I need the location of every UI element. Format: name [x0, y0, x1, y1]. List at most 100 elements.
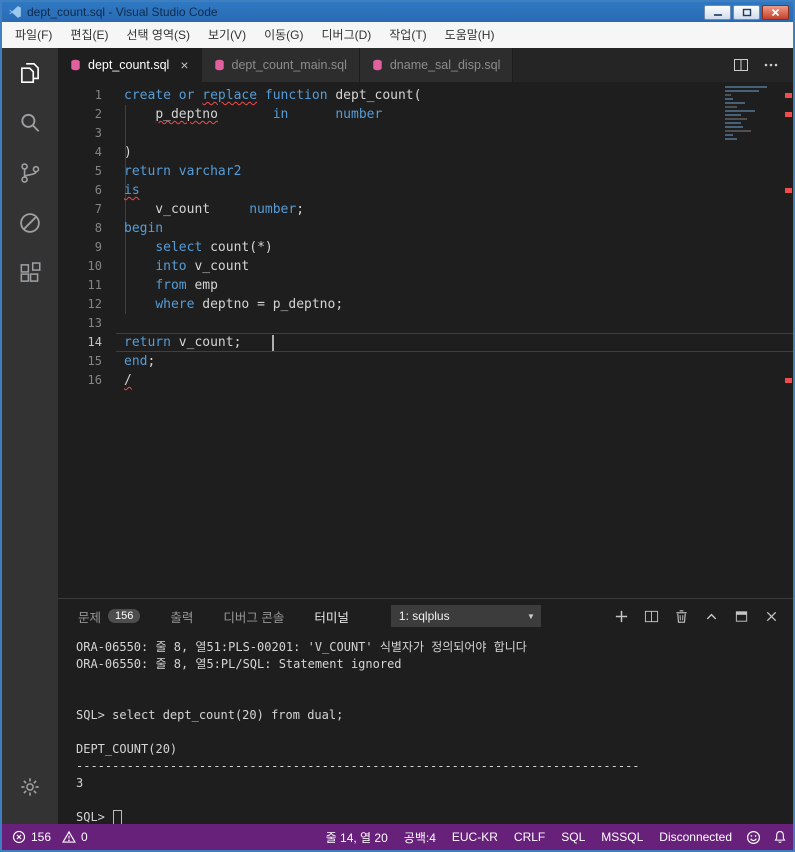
error-mark [785, 188, 792, 193]
panel-tab-터미널[interactable]: 터미널 [314, 607, 349, 626]
panel-tab-문제[interactable]: 문제 156 [78, 607, 141, 626]
vscode-window: dept_count.sql - Visual Studio Code 파일(F… [0, 0, 795, 852]
code-line-1: 1 create or replace function dept_count( [58, 86, 793, 105]
search-icon[interactable] [2, 98, 58, 148]
terminal-output[interactable]: ORA-06550: 줄 8, 열51:PLS-00201: 'V_COUNT'… [58, 633, 793, 826]
extensions-icon[interactable] [2, 248, 58, 298]
status-item-5[interactable]: MSSQL [593, 830, 651, 844]
overview-ruler [784, 82, 793, 598]
code-line-3: 3 [58, 124, 793, 143]
chevron-up-icon[interactable] [704, 609, 719, 624]
close-button[interactable] [762, 4, 789, 20]
tab-dept_count_main.sql[interactable]: dept_count_main.sql [201, 48, 360, 82]
bell-icon[interactable] [767, 830, 793, 844]
code-line-13: 13 [58, 314, 793, 333]
minimize-button[interactable] [704, 4, 731, 20]
error-count: 156 [31, 830, 52, 844]
code-text: from emp [155, 278, 218, 293]
line-number: 9 [94, 240, 102, 254]
status-item-4[interactable]: SQL [553, 830, 593, 844]
status-item-3[interactable]: CRLF [506, 830, 553, 844]
debug-disabled-icon[interactable] [2, 198, 58, 248]
terminal-line: ----------------------------------------… [76, 759, 640, 773]
code-text: p_deptno in number [155, 107, 383, 122]
explorer-icon[interactable] [2, 48, 58, 98]
menu-item-6[interactable]: 작업(T) [380, 22, 435, 48]
maximize-button[interactable] [733, 4, 760, 20]
tab-label: dept_count.sql [88, 58, 170, 72]
tab-dname_sal_disp.sql[interactable]: dname_sal_disp.sql [359, 48, 514, 82]
window-controls [704, 4, 789, 20]
status-item-0[interactable]: 줄 14, 열 20 [318, 829, 396, 846]
line-number: 1 [94, 88, 102, 102]
terminal-line: DEPT_COUNT(20) [76, 742, 178, 756]
tab-close-icon[interactable]: × [180, 57, 188, 73]
feedback-smiley-icon[interactable] [740, 830, 767, 845]
warning-count: 0 [81, 830, 88, 844]
code-line-8: 8 begin [58, 219, 793, 238]
minimap[interactable] [725, 86, 779, 140]
code-text: where deptno = p_deptno; [155, 297, 344, 312]
panel-tab-label: 터미널 [314, 610, 349, 625]
code-text: return v_count; [124, 334, 274, 351]
status-item-6[interactable]: Disconnected [651, 830, 740, 844]
line-number: 6 [94, 183, 102, 197]
code-text: create or replace function dept_count( [124, 88, 422, 103]
split-terminal-icon[interactable] [644, 609, 659, 624]
terminal-cursor [113, 810, 123, 825]
source-control-icon[interactable] [2, 148, 58, 198]
code-text: select count(*) [155, 240, 273, 255]
tab-label: dname_sal_disp.sql [389, 58, 501, 72]
code-text: return varchar2 [124, 164, 242, 179]
kill-terminal-icon[interactable] [674, 609, 689, 624]
code-text: end; [124, 354, 156, 369]
split-editor-icon[interactable] [733, 57, 749, 73]
panel-tab-label: 문제 [78, 610, 102, 625]
tab-bar: dept_count.sql × dept_count_main.sql dname_… [58, 48, 793, 82]
tab-label: dept_count_main.sql [231, 58, 347, 72]
menu-item-1[interactable]: 편집(E) [61, 22, 117, 48]
code-text: into v_count [155, 259, 250, 274]
panel-tab-label: 디버그 콘솔 [223, 610, 285, 625]
problems-status[interactable]: 156 0 [2, 830, 94, 844]
terminal-selector-value: 1: sqlplus [398, 609, 450, 623]
line-number: 15 [87, 354, 102, 368]
line-number: 16 [87, 373, 102, 387]
panel-tab-디버그 콘솔[interactable]: 디버그 콘솔 [223, 607, 284, 626]
menu-item-4[interactable]: 이동(G) [255, 22, 312, 48]
more-actions-icon[interactable] [763, 57, 779, 73]
terminal-selector[interactable]: 1: sqlplus ▼ [390, 605, 541, 627]
panel-tab-출력[interactable]: 출력 [170, 607, 193, 626]
code-text: ) [124, 145, 132, 160]
code-line-16: 16 / [58, 371, 793, 390]
line-number: 11 [87, 278, 102, 292]
menu-item-7[interactable]: 도움말(H) [436, 22, 504, 48]
menu-item-2[interactable]: 선택 영역(S) [117, 22, 199, 48]
line-number: 8 [94, 221, 102, 235]
error-mark [785, 378, 792, 383]
tab-dept_count.sql[interactable]: dept_count.sql × [58, 48, 202, 82]
code-line-4: 4) [58, 143, 793, 162]
menu-item-0[interactable]: 파일(F) [6, 22, 61, 48]
line-number: 4 [94, 145, 102, 159]
gear-icon[interactable] [2, 762, 58, 812]
status-item-1[interactable]: 공백:4 [396, 829, 444, 846]
line-number: 5 [94, 164, 102, 178]
new-terminal-icon[interactable] [614, 609, 629, 624]
maximize-panel-icon[interactable] [734, 609, 749, 624]
title-bar: dept_count.sql - Visual Studio Code [2, 2, 793, 22]
line-number: 3 [94, 126, 102, 140]
code-text: v_count number; [124, 202, 305, 217]
code-editor[interactable]: 1 create or replace function dept_count( 2… [58, 82, 793, 598]
error-icon [12, 830, 26, 844]
code-line-12: 12 where deptno = p_deptno; [58, 295, 793, 314]
close-panel-icon[interactable] [764, 609, 779, 624]
line-number: 7 [94, 202, 102, 216]
menu-item-3[interactable]: 보기(V) [199, 22, 255, 48]
line-number: 2 [94, 107, 102, 121]
vscode-logo-icon [8, 5, 22, 19]
line-number: 13 [87, 316, 102, 330]
menu-item-5[interactable]: 디버그(D) [312, 22, 380, 48]
status-item-2[interactable]: EUC-KR [444, 830, 506, 844]
